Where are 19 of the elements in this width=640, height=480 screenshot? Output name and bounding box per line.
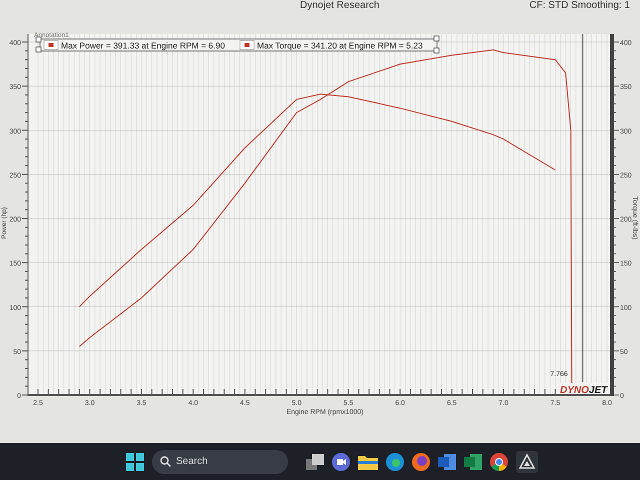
swirl-browser-icon[interactable] — [386, 452, 404, 470]
triangle-app-icon[interactable] — [516, 450, 538, 472]
search-field[interactable]: Search — [152, 450, 288, 474]
legend-text: Max Torque = 341.20 at Engine RPM = 5.23 — [257, 40, 423, 50]
legend-text: Max Power = 391.33 at Engine RPM = 6.90 — [61, 40, 225, 50]
fox-globe-icon[interactable] — [412, 452, 430, 470]
window-stack-icon[interactable] — [306, 454, 324, 470]
search-icon — [160, 456, 171, 467]
status-text: CF: STD Smoothing: 1 — [529, 0, 630, 12]
round-browser-icon[interactable] — [490, 452, 508, 470]
window-title: Dynojet Research — [300, 0, 380, 12]
legend-marker-icon — [240, 40, 254, 50]
folder-icon[interactable] — [358, 454, 378, 470]
brand-logo: DYNOJET — [560, 385, 608, 396]
legend-marker-icon — [44, 40, 58, 50]
windows-logo-icon[interactable] — [126, 452, 144, 470]
video-chat-icon[interactable] — [332, 452, 350, 470]
spreadsheet-app-icon[interactable] — [464, 452, 482, 470]
document-app-icon[interactable] — [438, 452, 456, 470]
